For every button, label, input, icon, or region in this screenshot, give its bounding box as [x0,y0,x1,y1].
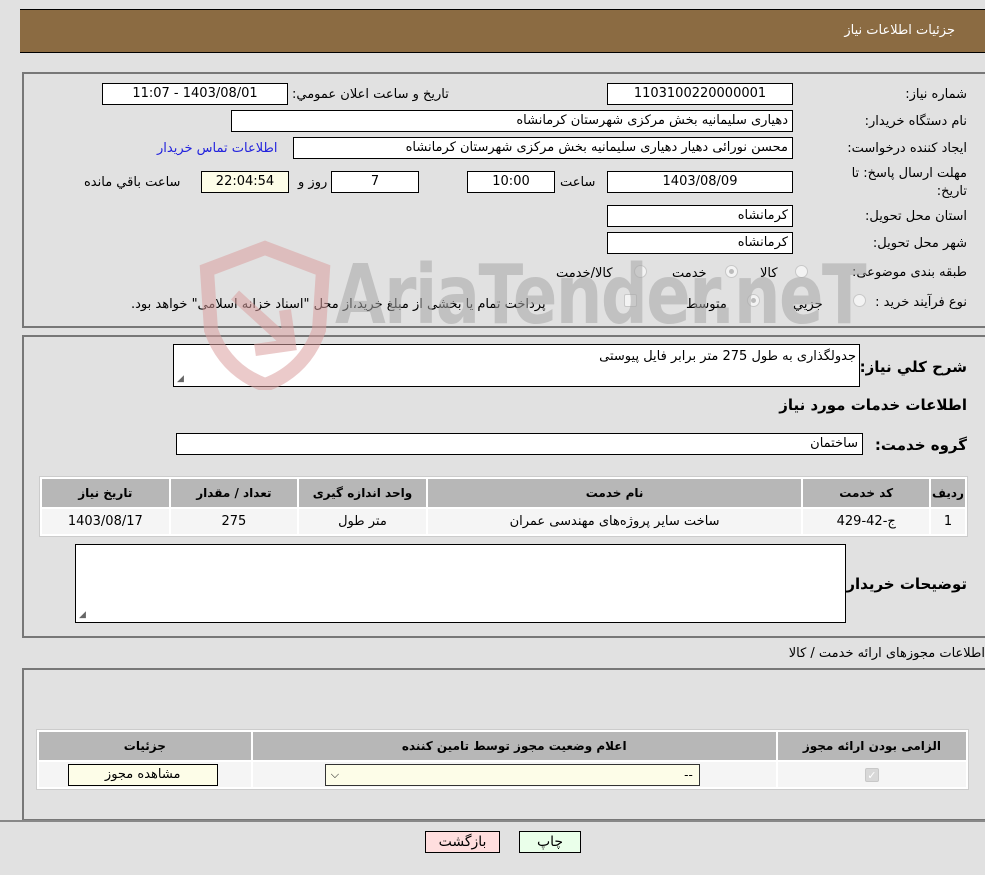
page-header: جزئیات اطلاعات نیاز [20,9,985,53]
permits-table-header: الزامی بودن ارائه مجوز اعلام وضعیت مجوز … [39,732,966,760]
city-field: کرمانشاه [607,232,793,254]
requester-field: محسن نورائی دهیار دهیاری سلیمانیه بخش مر… [293,137,793,159]
services-table: ردیف کد خدمت نام خدمت واحد اندازه گیری ت… [39,476,968,537]
remaining-time-label: ساعت باقي مانده [84,175,181,190]
buyer-contact-link[interactable]: اطلاعات تماس خریدار [157,141,277,156]
category-option-service: خدمت [672,266,707,281]
buyer-notes-field[interactable]: ◢ [75,544,846,623]
chevron-down-icon: ⌵ [330,767,340,781]
view-permit-button[interactable]: مشاهده مجوز [67,763,218,786]
col-service-code: کد خدمت [803,479,929,507]
general-description-text: جدولگذاری به طول 275 متر برابر فایل پیوس… [599,349,856,364]
permits-title: اطلاعات مجوزهای ارائه خدمت / کالا [788,646,985,661]
col-need-date: تاریخ نیاز [42,479,169,507]
announce-label: تاریخ و ساعت اعلان عمومي: [292,87,449,102]
col-permit-status: اعلام وضعیت مجوز توسط تامین کننده [252,732,776,760]
process-type-label: نوع فرآیند خرید : [875,295,967,310]
need-number-field: 1103100220000001 [607,83,793,105]
category-radio-goods-service[interactable] [634,265,647,278]
cell-service-code: ج-42-429 [803,509,929,534]
cell-service-name: ساخت سایر پروژه‌های مهندسی عمران [427,509,802,534]
cell-permit-status: -- ⌵ [252,762,776,787]
province-label: استان محل تحویل: [865,209,967,224]
cell-quantity: 275 [170,509,298,534]
category-option-goods: کالا [760,266,778,281]
resize-handle-icon[interactable]: ◢ [79,610,86,620]
category-radio-service[interactable] [725,265,738,278]
buyer-org-field: دهیاری سلیمانیه بخش مرکزی شهرستان کرمانش… [231,110,793,132]
back-button[interactable]: بازگشت [425,831,500,853]
days-remaining-field: 7 [331,171,419,193]
service-group-label: گروه خدمت: [874,436,967,454]
resize-handle-icon[interactable]: ◢ [177,374,184,384]
treasury-note: پرداخت تمام یا بخشی از مبلغ خرید،از محل … [131,297,546,312]
col-quantity: تعداد / مقدار [170,479,298,507]
col-unit: واحد اندازه گیری [299,479,426,507]
cell-permit-details: مشاهده مجوز [39,762,251,787]
process-option-medium: متوسط [686,297,727,312]
general-description-field[interactable]: جدولگذاری به طول 275 متر برابر فایل پیوس… [173,344,860,387]
deadline-time-field: 10:00 [467,171,555,193]
col-service-name: نام خدمت [427,479,802,507]
permit-status-value: -- [684,767,693,782]
deadline-date-field: 1403/08/09 [607,171,793,193]
permit-status-select[interactable]: -- ⌵ [324,763,700,786]
permits-table: الزامی بودن ارائه مجوز اعلام وضعیت مجوز … [36,729,969,790]
services-info-title: اطلاعات خدمات مورد نیاز [779,396,967,414]
remaining-time-field: 22:04:54 [201,171,289,193]
province-field: کرمانشاه [607,205,793,227]
col-permit-required: الزامی بودن ارائه مجوز [777,732,966,760]
col-permit-details: جزئیات [39,732,251,760]
cell-unit: متر طول [299,509,426,534]
treasury-checkbox[interactable] [624,294,637,307]
deadline-label: مهلت ارسال پاسخ: تا [851,166,967,181]
requester-label: ایجاد کننده درخواست: [847,141,967,156]
cell-permit-required: ✓ [777,762,966,787]
process-radio-medium[interactable] [747,294,760,307]
page-title: جزئیات اطلاعات نیاز [844,23,955,38]
service-group-field: ساختمان [176,433,863,455]
buyer-org-label: نام دستگاه خریدار: [864,114,967,129]
permit-required-checkbox[interactable]: ✓ [864,767,879,782]
footer-divider [0,820,985,822]
general-description-label: شرح کلي نیاز: [859,358,967,376]
print-button[interactable]: چاپ [519,831,581,853]
need-number-label: شماره نیاز: [905,87,967,102]
category-radio-goods[interactable] [795,265,808,278]
category-option-goods-service: کالا/خدمت [556,266,613,281]
table-row: ✓ -- ⌵ مشاهده مجوز [39,762,966,787]
city-label: شهر محل تحویل: [872,236,967,251]
process-radio-minor[interactable] [853,294,866,307]
days-label: روز و [298,175,328,190]
category-label: طبقه بندی موضوعی: [851,265,967,280]
cell-row: 1 [930,509,965,534]
deadline-time-label: ساعت [560,175,596,190]
cell-need-date: 1403/08/17 [42,509,169,534]
services-table-header: ردیف کد خدمت نام خدمت واحد اندازه گیری ت… [42,479,965,507]
buyer-notes-label: توضیحات خریدار: [840,575,967,593]
table-row: 1 ج-42-429 ساخت سایر پروژه‌های مهندسی عم… [42,509,965,534]
col-row: ردیف [930,479,965,507]
announce-datetime-field: 1403/08/01 - 11:07 [102,83,288,105]
process-option-minor: جزيي [793,297,823,312]
deadline-label-date: تاریخ: [936,184,967,199]
